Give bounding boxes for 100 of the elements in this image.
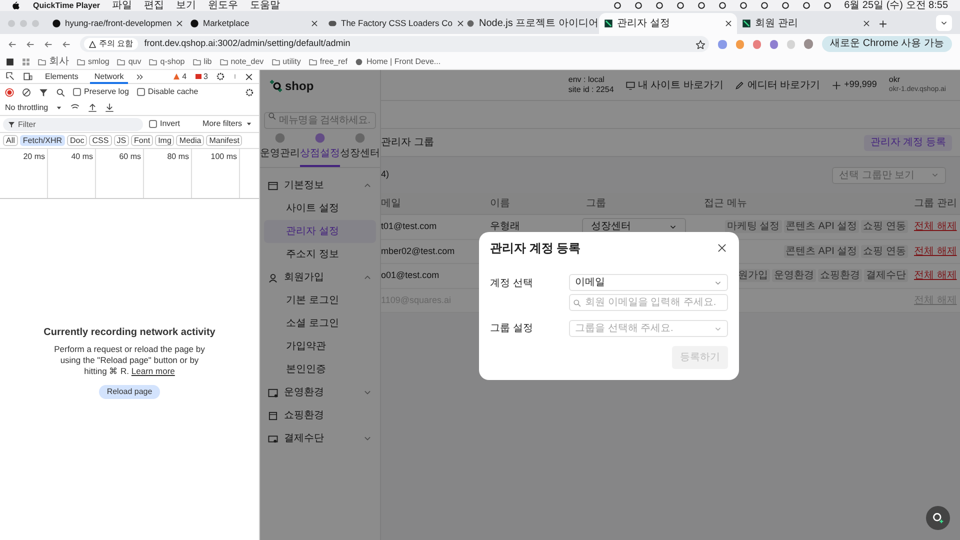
points-label: +99,999	[832, 78, 877, 92]
type-filter-chip[interactable]: JS	[114, 135, 130, 146]
bookmark[interactable]: Home | Front Deve...	[355, 56, 441, 68]
learn-more-link[interactable]: Learn more	[131, 366, 175, 376]
bookmark[interactable]: quv	[117, 56, 142, 68]
menu-item[interactable]: 도움말	[250, 0, 280, 11]
type-filter-chip[interactable]: Img	[155, 135, 174, 146]
menu-tag: 쇼핑 연동	[861, 244, 908, 258]
timeline-tick: 100 ms	[210, 152, 237, 161]
menu-item[interactable]: 파일	[112, 0, 132, 11]
type-filter-chip[interactable]: Manifest	[206, 135, 242, 146]
menu-search-field[interactable]: 메뉴명을 검색하세요.	[264, 112, 376, 129]
record-icon	[5, 88, 14, 96]
floating-chat-button[interactable]	[926, 506, 950, 530]
back-icon[interactable]	[8, 40, 17, 48]
browser-tab[interactable]: hyung-rae/front-developmen	[47, 13, 185, 34]
error-icon	[194, 73, 202, 80]
browser-tab[interactable]: 관리자 설정	[599, 13, 737, 34]
sidebar-group[interactable]: 회원가입	[264, 266, 376, 289]
checkbox[interactable]: Disable cache	[136, 86, 198, 98]
type-filter-chip[interactable]: Media	[176, 135, 204, 146]
sidebar-tab[interactable]: 상점설정	[300, 132, 340, 167]
filter-field[interactable]: Filter	[3, 118, 143, 130]
sidebar-tab[interactable]: 운영관리	[260, 132, 300, 167]
category-icon	[274, 132, 286, 144]
bookmark[interactable]: 회사	[38, 54, 69, 69]
menu-tag: 쇼핑환경	[818, 269, 862, 282]
folder-icon	[192, 58, 201, 66]
account-type-select[interactable]: 이메일	[569, 274, 728, 291]
pencil-icon	[735, 80, 744, 90]
app-name[interactable]: QuickTime Player	[33, 0, 100, 12]
menu-tag: 콘텐츠 API 설정	[784, 244, 860, 258]
modal-title: 관리자 계정 등록	[490, 240, 581, 257]
sidebar-item[interactable]: 주소지 정보	[264, 243, 376, 266]
sidebar-group[interactable]: 결제수단	[264, 427, 376, 450]
bookmark[interactable]: lib	[192, 56, 212, 68]
chevron-down-icon	[931, 171, 939, 179]
upload-icon	[88, 103, 98, 112]
sidebar-item[interactable]: 가입약관	[264, 335, 376, 358]
bookmark[interactable]: utility	[272, 56, 301, 68]
bookmark[interactable]: smlog	[77, 56, 110, 68]
sidebar-group[interactable]: 운영환경	[264, 381, 376, 404]
browser-tab[interactable]: 회원 관리	[737, 13, 875, 34]
update-chrome-button[interactable]: 새로운 Chrome 사용 가능	[822, 36, 952, 52]
header-link[interactable]: 에디터 바로가기	[735, 78, 820, 92]
caret-icon	[56, 104, 62, 110]
bookmark[interactable]: free_ref	[308, 56, 348, 68]
more-filters-dropdown[interactable]: More filters	[202, 118, 256, 130]
sidebar-tab[interactable]: 성장센터	[340, 132, 380, 167]
profile-avatar[interactable]	[804, 39, 814, 49]
close-icon	[863, 20, 870, 27]
browser-tab[interactable]: The Factory CSS Loaders Co	[323, 13, 461, 34]
close-icon	[717, 243, 727, 253]
card-icon	[268, 180, 278, 190]
devtools-tab[interactable]: Network	[90, 70, 128, 84]
warning-icon	[173, 73, 180, 80]
menu-item[interactable]: 보기	[176, 0, 196, 11]
browser-tab[interactable]: Marketplace	[185, 13, 323, 34]
throttling-dropdown[interactable]: No throttling	[5, 102, 62, 114]
column-header: 그룹 관리	[914, 198, 957, 209]
type-filter-chip[interactable]: CSS	[89, 135, 112, 146]
type-filter-chip[interactable]: Font	[131, 135, 154, 146]
warning-count[interactable]: 4	[173, 70, 187, 82]
bookmark[interactable]: q-shop	[149, 56, 185, 68]
sidebar-item[interactable]: 기본 로그인	[264, 289, 376, 312]
favicon-icon	[466, 19, 475, 28]
sidebar-item[interactable]: 본인인증	[264, 358, 376, 381]
sidebar-group[interactable]: 쇼핑환경	[264, 404, 376, 427]
email-search-field[interactable]: 회원 이메일을 입력해 주세요.	[569, 294, 728, 311]
menu-item[interactable]: 편집	[144, 0, 164, 11]
menu-item[interactable]: 윈도우	[208, 0, 238, 11]
browser-tab[interactable]: Node.js 프로젝트 아이디어	[461, 13, 599, 34]
close-button[interactable]	[716, 242, 728, 254]
close-icon	[456, 20, 464, 27]
header-link[interactable]: 내 사이트 바로가기	[626, 78, 724, 92]
tab-search-button[interactable]	[936, 15, 952, 31]
column-header: 그룹	[586, 198, 606, 209]
star-icon	[696, 40, 706, 48]
type-filter-chip[interactable]: All	[3, 135, 18, 146]
status-icon	[634, 1, 644, 10]
devtools-tab[interactable]: Elements	[41, 70, 82, 84]
sidebar-group[interactable]: 기본정보	[264, 174, 376, 197]
address-bar[interactable]: 주의 요함 front.dev.qshop.ai:3002/admin/setting/default/admin	[80, 36, 710, 52]
menu-tag: 콘텐츠 API 설정	[784, 220, 860, 234]
type-filter-chip[interactable]: Fetch/XHR	[20, 135, 66, 146]
env-label: env : local	[568, 75, 606, 85]
logo-mark-icon	[270, 78, 284, 92]
checkbox[interactable]: Invert	[149, 118, 180, 130]
sidebar-item[interactable]: 사이트 설정	[264, 197, 376, 220]
error-count[interactable]: 3	[194, 70, 208, 82]
checkbox[interactable]: Preserve log	[73, 86, 129, 98]
bookmark[interactable]: note_dev	[220, 56, 264, 68]
user-name: okr	[888, 75, 902, 85]
folder-icon	[117, 58, 126, 66]
security-chip[interactable]: 주의 요함	[84, 38, 138, 50]
sidebar-item[interactable]: 소셜 로그인	[264, 312, 376, 335]
favicon-icon	[604, 19, 613, 28]
folder-icon	[77, 58, 85, 66]
reload-page-button[interactable]: Reload page	[98, 384, 160, 398]
type-filter-chip[interactable]: Doc	[67, 135, 88, 146]
